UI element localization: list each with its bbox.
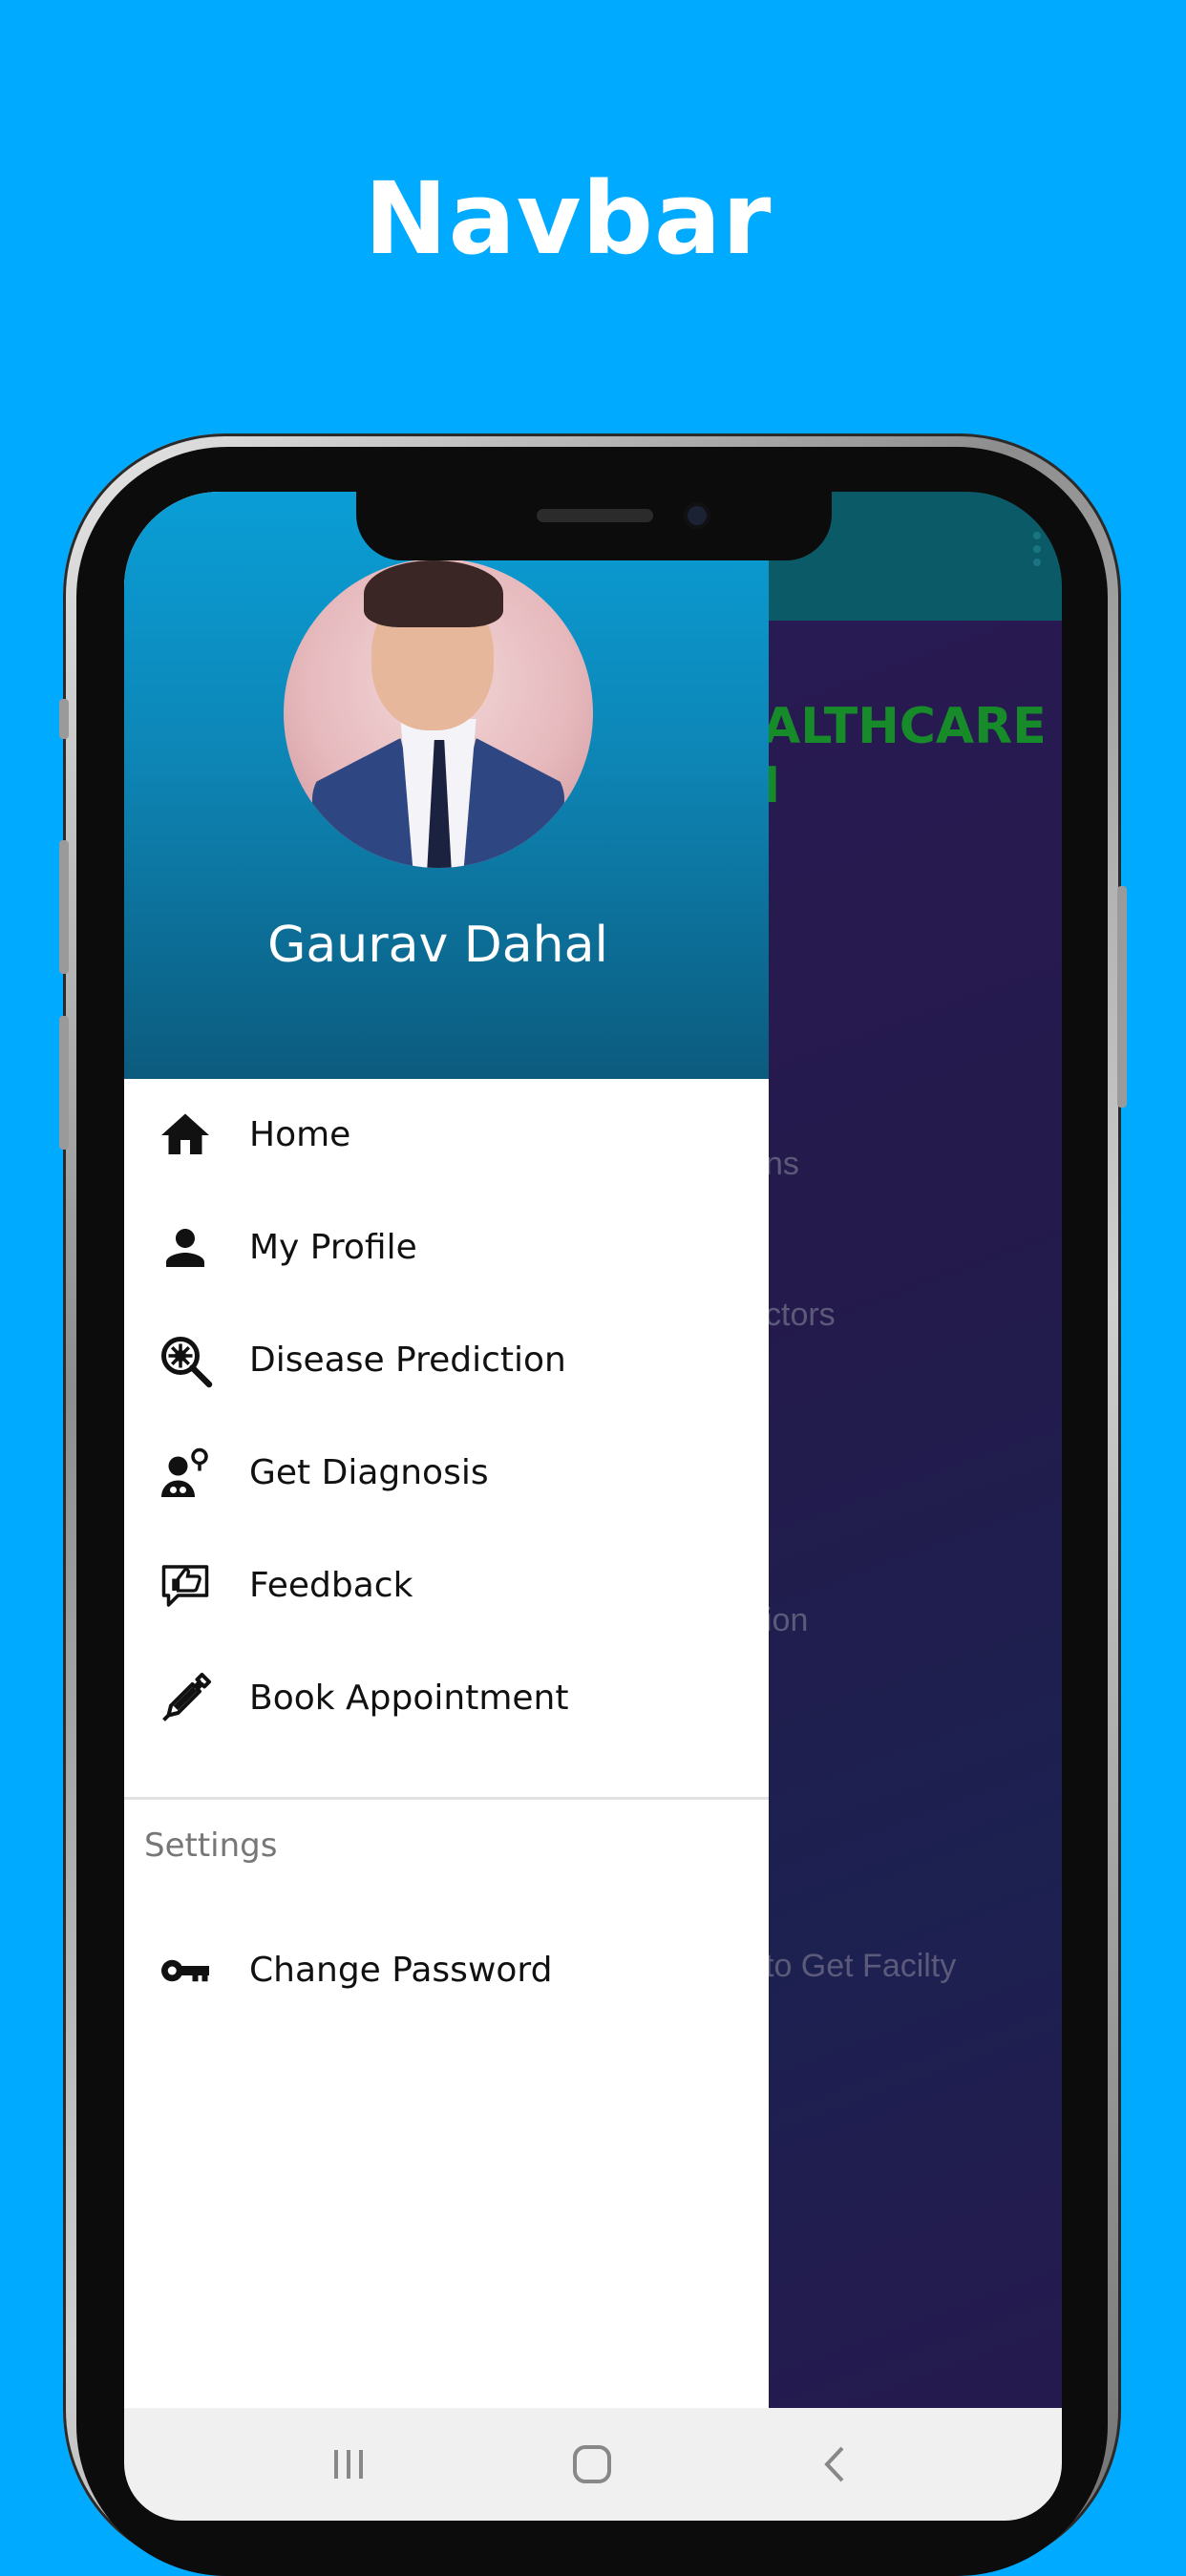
virus-search-icon — [157, 1332, 214, 1389]
system-navigation-bar — [124, 2408, 1062, 2521]
drawer-item-label: Book Appointment — [249, 1679, 569, 1718]
drawer-item-change-password[interactable]: Change Password — [124, 1914, 769, 2027]
drawer-item-my-profile[interactable]: My Profile — [124, 1192, 769, 1304]
drawer-item-label: Feedback — [249, 1566, 413, 1605]
drawer-item-label: My Profile — [249, 1228, 417, 1267]
volume-up-button — [59, 840, 69, 974]
doctor-icon — [157, 1445, 214, 1502]
drawer-item-label: Change Password — [249, 1951, 553, 1990]
volume-down-button — [59, 1016, 69, 1150]
recents-button[interactable] — [315, 2431, 382, 2498]
navigation-drawer: Gaurav Dahal Home My Profile Disease Pre… — [124, 492, 769, 2408]
drawer-item-disease-prediction[interactable]: Disease Prediction — [124, 1304, 769, 1417]
overflow-menu-icon[interactable] — [1033, 532, 1045, 572]
drawer-item-home[interactable]: Home — [124, 1079, 769, 1192]
home-button[interactable] — [559, 2431, 625, 2498]
avatar[interactable] — [284, 559, 593, 868]
page-title: Navbar — [364, 160, 773, 277]
thumbs-up-chat-icon — [157, 1557, 214, 1615]
drawer-item-label: Get Diagnosis — [249, 1453, 489, 1492]
app-menu-item: to Get Facilty — [765, 1948, 957, 1984]
app-heading: ALTHCARE I — [762, 698, 1047, 814]
app-menu-item: ion — [765, 1602, 809, 1638]
drawer-divider — [124, 1797, 769, 1800]
key-icon — [157, 1942, 214, 1999]
user-name: Gaurav Dahal — [267, 917, 608, 974]
power-button — [1117, 886, 1127, 1108]
drawer-item-feedback[interactable]: Feedback — [124, 1530, 769, 1642]
front-camera — [684, 502, 710, 529]
person-icon — [157, 1219, 214, 1277]
drawer-item-book-appointment[interactable]: Book Appointment — [124, 1642, 769, 1755]
mute-switch — [59, 699, 69, 739]
earpiece-speaker — [537, 509, 653, 522]
drawer-header: Gaurav Dahal — [124, 492, 769, 1079]
drawer-item-label: Disease Prediction — [249, 1341, 566, 1380]
phone-screen: ALTHCARE I ns ctors ion to Get Facilty G… — [124, 492, 1062, 2521]
settings-section-label: Settings — [144, 1826, 278, 1865]
app-menu-item: ns — [765, 1146, 799, 1182]
drawer-item-label: Home — [249, 1115, 351, 1154]
app-menu-item: ctors — [765, 1297, 836, 1333]
syringe-icon — [157, 1670, 214, 1727]
back-button[interactable] — [802, 2431, 869, 2498]
drawer-item-get-diagnosis[interactable]: Get Diagnosis — [124, 1417, 769, 1530]
home-icon — [157, 1107, 214, 1164]
